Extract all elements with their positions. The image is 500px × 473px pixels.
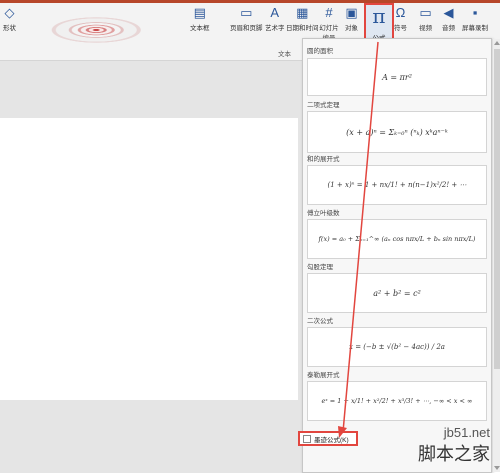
object-icon: ▣	[345, 5, 358, 20]
slide-canvas[interactable]	[0, 118, 298, 400]
video-icon: ▭	[419, 5, 432, 20]
formula-title: 勾股定理	[307, 264, 333, 271]
formula-item[interactable]: (1 + x)ⁿ = 1 + nx/1! + n(n−1)x²/2! + ⋯	[307, 165, 487, 205]
formula-item[interactable]: x = (−b ± √(b² − 4ac)) / 2a	[307, 327, 487, 367]
wordart-icon: A	[270, 5, 280, 20]
formula-item[interactable]: a² + b² = c²	[307, 273, 487, 313]
calendar-icon: ▦	[296, 5, 309, 20]
formula-item[interactable]: f(x) = a₀ + Σₙ₌₁^∞ (aₙ cos nπx/L + bₙ si…	[307, 219, 487, 259]
formula-title: 和的展开式	[307, 156, 340, 163]
panel-scrollbar[interactable]	[492, 39, 500, 472]
formula-title: 傅立叶级数	[307, 210, 340, 217]
screen-record-icon: ▪	[472, 5, 478, 20]
audio-button[interactable]: ◀ 音频	[441, 5, 456, 32]
textbox-button[interactable]: ▤ 文本框	[190, 5, 210, 32]
formula-item[interactable]: (x + a)ⁿ = Σₖ₌₀ⁿ (ⁿₖ) xᵏaⁿ⁻ᵏ	[307, 111, 487, 153]
formula-title: 二次公式	[307, 318, 333, 325]
hash-icon: #	[325, 5, 333, 20]
formula-item[interactable]: eˣ = 1 + x/1! + x²/2! + x³/3! + ⋯, −∞ < …	[307, 381, 487, 421]
formula-gallery-panel: 圆的面积 A = πr² 二项式定理 (x + a)ⁿ = Σₖ₌₀ⁿ (ⁿₖ)…	[302, 38, 500, 473]
shapes-icon: ◇	[4, 5, 15, 20]
ribbon-accent-bar	[0, 0, 500, 3]
scroll-up-icon[interactable]	[494, 41, 500, 45]
scroll-down-icon[interactable]	[494, 466, 500, 470]
header-footer-icon: ▭	[240, 5, 253, 20]
watermark-brand: 脚本之家	[418, 444, 490, 465]
screen-record-button[interactable]: ▪ 屏幕录制	[462, 5, 488, 32]
omega-icon: Ω	[395, 5, 406, 20]
formula-title: 二项式定理	[307, 102, 340, 109]
formula-title: 圆的面积	[307, 48, 333, 55]
shapes-button[interactable]: ◇ 形状	[2, 5, 17, 32]
ink-equation-icon	[303, 434, 311, 443]
wordart-button[interactable]: A 艺术字	[265, 5, 285, 32]
formula-item[interactable]: A = πr²	[307, 58, 487, 96]
ink-equation-button[interactable]: 墨迹公式(K)	[298, 431, 358, 446]
formula-title: 泰勒展开式	[307, 372, 340, 379]
text-group-label: 文本	[278, 51, 291, 58]
video-button[interactable]: ▭ 视频	[418, 5, 433, 32]
datetime-button[interactable]: ▦ 日期和时间	[286, 5, 319, 32]
speaker-icon: ◀	[443, 5, 454, 20]
symbol-button[interactable]: Ω 符号	[393, 5, 408, 32]
slide-number-button[interactable]: # 幻灯片编号	[319, 5, 339, 42]
pi-icon: π	[372, 4, 386, 28]
watermark-site: jb51.net	[443, 425, 490, 440]
decorative-swirl-image	[22, 4, 187, 56]
textbox-icon: ▤	[193, 5, 206, 20]
header-footer-button[interactable]: ▭ 页眉和页脚	[230, 5, 263, 32]
scroll-thumb[interactable]	[494, 49, 500, 369]
object-button[interactable]: ▣ 对象	[344, 5, 359, 32]
watermark: jb51.net 脚本之家	[418, 425, 490, 466]
